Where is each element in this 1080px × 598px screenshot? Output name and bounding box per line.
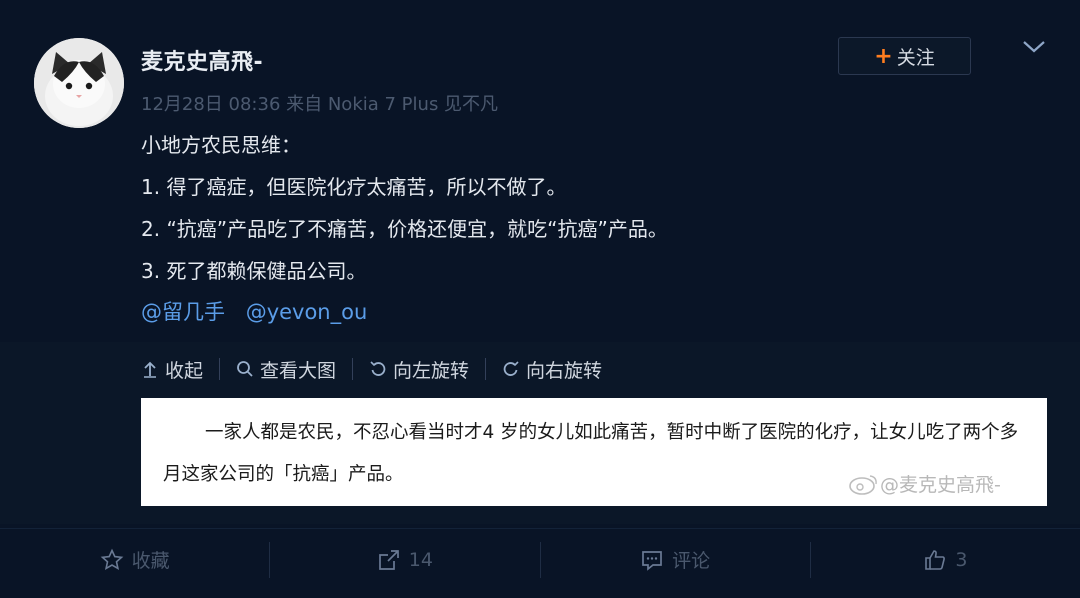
collapse-button[interactable]: 收起: [141, 356, 203, 383]
favorite-button[interactable]: 收藏: [0, 546, 269, 573]
username[interactable]: 麦克史高飛-: [141, 44, 263, 76]
weibo-watermark: @麦克史高飛-: [848, 470, 1001, 497]
collapse-up-icon: [144, 361, 156, 378]
mentions: @留几手 @yevon_ou: [141, 296, 381, 326]
follow-label: 关注: [896, 46, 935, 69]
post-line-3: 3. 死了都赖保健品公司。: [141, 259, 367, 283]
weibo-post-card: 麦克史高飛- 12月28日 08:36 来自 Nokia 7 Plus 见不凡 …: [0, 0, 1080, 598]
media-toolbar: 收起 查看大图 向左旋转 向右旋转: [141, 355, 602, 383]
like-button[interactable]: 3: [811, 548, 1080, 572]
repost-icon: [378, 549, 399, 570]
view-large-label: 查看大图: [260, 359, 337, 382]
like-count: 3: [955, 548, 968, 571]
avatar[interactable]: [34, 38, 124, 128]
watermark-text: @麦克史高飛-: [880, 474, 1001, 496]
rotate-right-icon: [503, 361, 519, 376]
repost-count: 14: [408, 548, 433, 571]
view-large-button[interactable]: 查看大图: [236, 356, 336, 383]
weibo-logo-icon: [849, 474, 877, 495]
rotate-left-icon: [370, 361, 386, 376]
cat-avatar-image: [34, 38, 124, 128]
rotate-right-button[interactable]: 向右旋转: [502, 356, 602, 383]
rotate-left-button[interactable]: 向左旋转: [369, 356, 469, 383]
post-body: 小地方农民思维： 1. 得了癌症，但医院化疗太痛苦，所以不做了。 2. “抗癌”…: [141, 130, 668, 298]
collapse-label: 收起: [165, 359, 204, 382]
post-line-1: 1. 得了癌症，但医院化疗太痛苦，所以不做了。: [141, 175, 567, 199]
star-icon: [100, 548, 123, 570]
comment-label: 评论: [672, 550, 711, 572]
toolbar-divider: [352, 358, 354, 380]
search-icon: [237, 361, 253, 377]
post-meta: 12月28日 08:36 来自 Nokia 7 Plus 见不凡: [141, 94, 499, 115]
rotate-left-label: 向左旋转: [393, 359, 470, 382]
toolbar-divider: [219, 358, 221, 380]
follow-button[interactable]: + 关注: [838, 37, 971, 75]
post-line-2: 2. “抗癌”产品吃了不痛苦，价格还便宜，就吃“抗癌”产品。: [141, 217, 668, 241]
mention-link-1[interactable]: @留几手: [141, 300, 225, 324]
repost-button[interactable]: 14: [270, 548, 539, 572]
chevron-down-icon[interactable]: [1021, 38, 1047, 56]
thumbs-up-icon: [925, 549, 946, 570]
plus-icon: +: [874, 43, 893, 69]
toolbar-divider: [485, 358, 487, 380]
comment-icon: [642, 550, 662, 571]
rotate-right-label: 向右旋转: [526, 359, 603, 382]
favorite-label: 收藏: [131, 550, 170, 572]
comment-button[interactable]: 评论: [541, 546, 810, 573]
post-line-intro: 小地方农民思维：: [141, 133, 301, 157]
mention-link-2[interactable]: @yevon_ou: [246, 300, 368, 324]
action-bar: 收藏 14 评论 3: [0, 528, 1080, 590]
